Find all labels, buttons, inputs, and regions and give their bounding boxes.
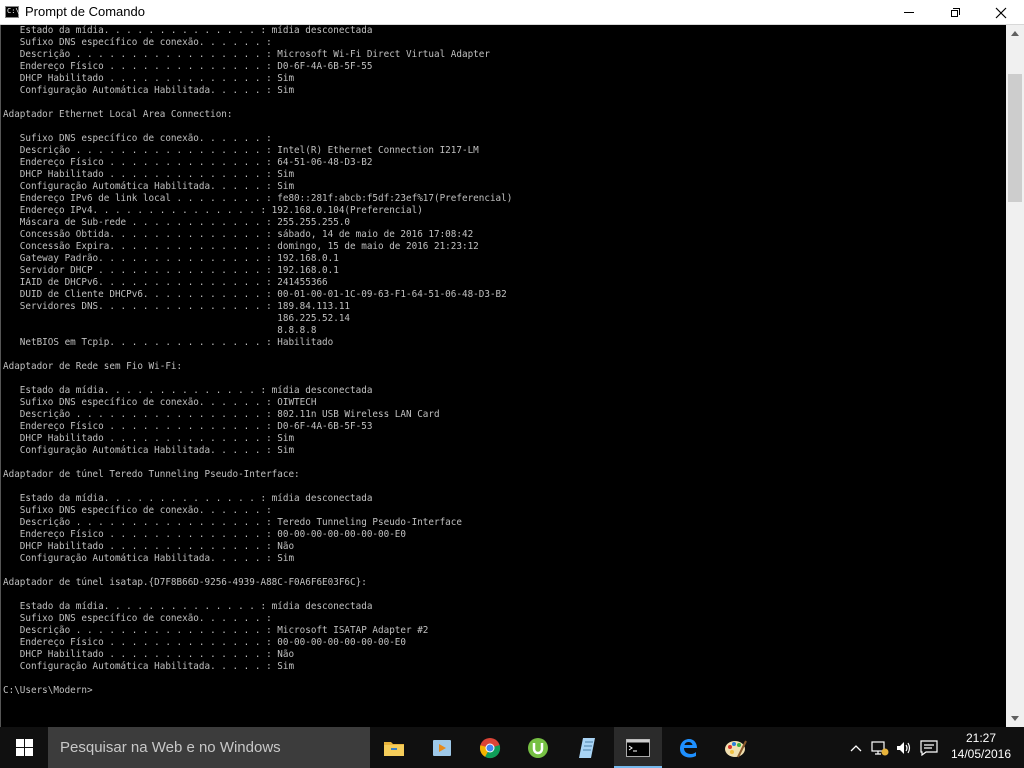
taskbar-utorrent[interactable] [514,727,562,768]
start-button[interactable] [0,727,48,768]
console-line: Descrição . . . . . . . . . . . . . . . … [3,145,479,156]
file-explorer-icon [384,741,404,756]
console-line: 186.225.52.14 [3,313,351,324]
console-line: Endereço IPv6 de link local . . . . . . … [3,193,513,204]
command-prompt-icon [626,738,650,757]
window-title: Prompt de Comando [25,4,145,19]
console-line: Estado da mídia. . . . . . . . . . . . .… [3,601,373,612]
title-bar[interactable]: C:\_ Prompt de Comando [0,0,1024,25]
edge-icon [680,738,697,757]
minimize-button[interactable] [886,0,932,25]
console-line: Endereço Físico . . . . . . . . . . . . … [3,529,406,540]
console-line: Sufixo DNS específico de conexão. . . . … [3,505,272,516]
vertical-scrollbar[interactable] [1006,25,1024,727]
chrome-icon [479,737,501,758]
console-line: Estado da mídia. . . . . . . . . . . . .… [3,385,373,396]
console-line: Endereço Físico . . . . . . . . . . . . … [3,61,373,72]
clock-date: 14/05/2016 [950,747,1012,761]
volume-tray-button[interactable] [892,727,916,768]
scroll-down-button[interactable] [1006,710,1024,727]
console-line: Descrição . . . . . . . . . . . . . . . … [3,49,490,60]
console-line: Sufixo DNS específico de conexão. . . . … [3,397,317,408]
chevron-up-icon [850,744,862,751]
scrollbar-thumb[interactable] [1008,74,1022,202]
scroll-down-arrow-icon [1011,716,1019,721]
console-line: Configuração Automática Habilitada. . . … [3,445,295,456]
network-icon [871,740,889,755]
console-line: Endereço Físico . . . . . . . . . . . . … [3,157,373,168]
console-line: Descrição . . . . . . . . . . . . . . . … [3,517,462,528]
console-output-area[interactable]: Estado da mídia. . . . . . . . . . . . .… [0,25,1006,727]
maximize-button[interactable] [932,0,978,25]
console-line: Configuração Automática Habilitada. . . … [3,553,295,564]
action-center-button[interactable] [916,727,942,768]
windows-logo-icon [15,739,33,756]
utorrent-icon [528,737,548,758]
taskbar: Pesquisar na Web e no Windows 21:27 14/0… [0,727,1024,768]
console-line: Endereço Físico . . . . . . . . . . . . … [3,421,373,432]
console-line: DHCP Habilitado . . . . . . . . . . . . … [3,169,295,180]
console-line: Sufixo DNS específico de conexão. . . . … [3,37,272,48]
taskbar-edge[interactable] [664,727,712,768]
minimize-icon [904,12,914,13]
taskbar-command-prompt[interactable] [614,727,662,768]
console-line: DHCP Habilitado . . . . . . . . . . . . … [3,541,295,552]
console-line: Concessão Expira. . . . . . . . . . . . … [3,241,479,252]
console-line: Adaptador de túnel Teredo Tunneling Pseu… [3,469,300,480]
network-tray-button[interactable] [868,727,892,768]
console-line: Endereço Físico . . . . . . . . . . . . … [3,637,406,648]
taskbar-file-explorer[interactable] [370,727,418,768]
console-line: Máscara de Sub-rede . . . . . . . . . . … [3,217,351,228]
show-hidden-icons-button[interactable] [846,727,866,768]
console-line: Descrição . . . . . . . . . . . . . . . … [3,409,440,420]
clock-time: 21:27 [965,731,997,745]
console-line: Sufixo DNS específico de conexão. . . . … [3,613,272,624]
console-line: C:\Users\Modern> [3,685,93,696]
console-line: Concessão Obtida. . . . . . . . . . . . … [3,229,474,240]
close-icon [995,7,1007,18]
console-line: Adaptador de Rede sem Fio Wi-Fi: [3,361,183,372]
console-line: Servidores DNS. . . . . . . . . . . . . … [3,301,351,312]
taskbar-chrome[interactable] [466,727,514,768]
search-box[interactable]: Pesquisar na Web e no Windows [48,727,370,768]
console-line: Endereço IPv4. . . . . . . . . . . . . .… [3,205,423,216]
console-line: Configuração Automática Habilitada. . . … [3,661,295,672]
scroll-up-arrow-icon [1011,31,1019,36]
console-line: Descrição . . . . . . . . . . . . . . . … [3,625,429,636]
taskbar-paint[interactable] [712,727,760,768]
console-line: NetBIOS em Tcpip. . . . . . . . . . . . … [3,337,334,348]
volume-icon [897,741,911,754]
console-line: Adaptador Ethernet Local Area Connection… [3,109,233,120]
action-center-icon [920,739,938,756]
console-line: Estado da mídia. . . . . . . . . . . . .… [3,25,373,36]
console-line: IAID de DHCPv6. . . . . . . . . . . . . … [3,277,328,288]
console-line: Configuração Automática Habilitada. . . … [3,85,295,96]
paint-icon [725,740,747,757]
close-button[interactable] [978,0,1024,25]
taskbar-clock[interactable]: 21:27 14/05/2016 [946,730,1016,762]
restore-icon [950,8,960,17]
console-line: DHCP Habilitado . . . . . . . . . . . . … [3,73,295,84]
notepad-icon [579,737,595,758]
console-line: DUID de Cliente DHCPv6. . . . . . . . . … [3,289,507,300]
console-line: DHCP Habilitado . . . . . . . . . . . . … [3,649,295,660]
console-line: Sufixo DNS específico de conexão. . . . … [3,133,272,144]
console-line: Gateway Padrão. . . . . . . . . . . . . … [3,253,339,264]
console-line: DHCP Habilitado . . . . . . . . . . . . … [3,433,295,444]
command-prompt-window-icon[interactable]: C:\_ [5,6,24,18]
window-icon-label: C:\_ [7,7,24,15]
console-line: Estado da mídia. . . . . . . . . . . . .… [3,493,373,504]
console-line: 8.8.8.8 [3,325,317,336]
console-line: Servidor DHCP . . . . . . . . . . . . . … [3,265,339,276]
taskbar-notepad[interactable] [564,727,612,768]
media-player-icon [433,739,451,756]
search-placeholder: Pesquisar na Web e no Windows [60,739,281,756]
console-line: Configuração Automática Habilitada. . . … [3,181,295,192]
scroll-up-button[interactable] [1006,25,1024,42]
console-line: Adaptador de túnel isatap.{D7F8B66D-9256… [3,577,367,588]
console-text: Estado da mídia. . . . . . . . . . . . .… [1,25,1006,697]
taskbar-media-player[interactable] [418,727,466,768]
